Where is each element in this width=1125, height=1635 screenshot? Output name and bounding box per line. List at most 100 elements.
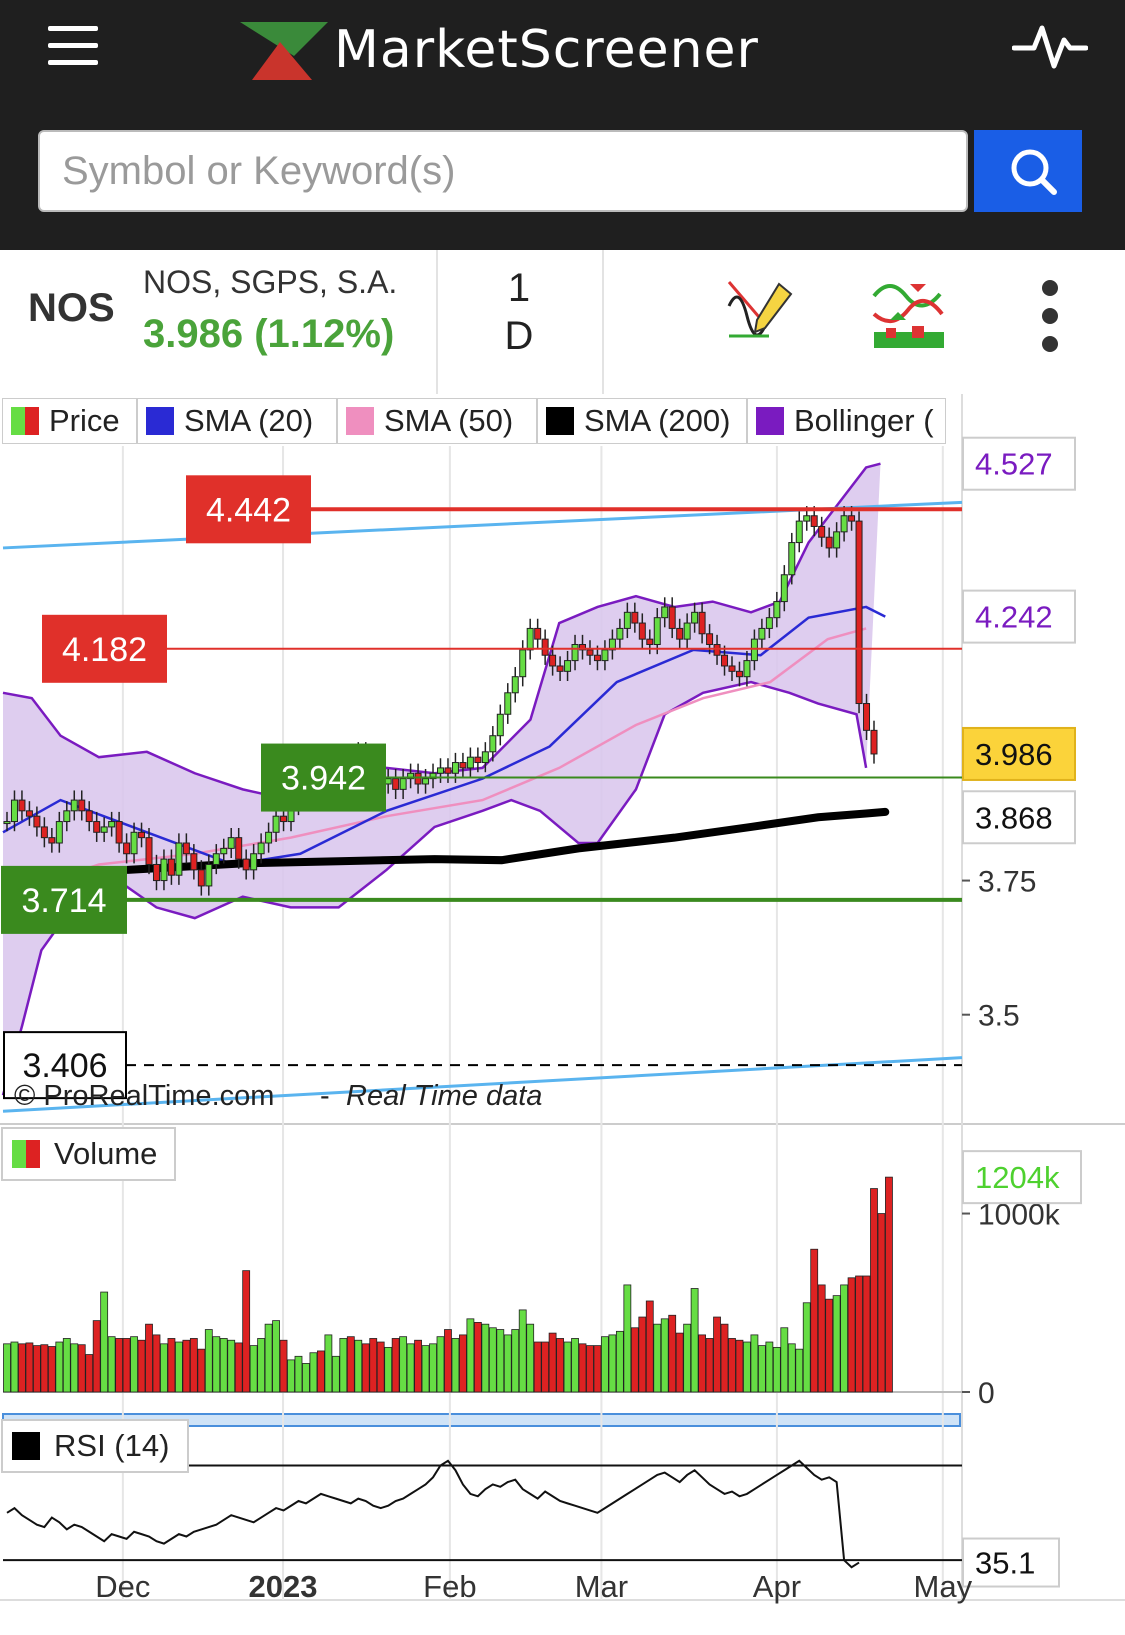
volume-bar[interactable] [615, 1330, 624, 1393]
candle[interactable] [840, 515, 848, 533]
candle[interactable] [676, 627, 684, 640]
candle[interactable] [735, 670, 743, 678]
candle[interactable] [444, 767, 452, 774]
volume-bar[interactable] [817, 1284, 826, 1393]
volume-bar[interactable] [601, 1336, 609, 1393]
candle[interactable] [123, 842, 131, 855]
volume-bar[interactable] [339, 1338, 348, 1393]
candle[interactable] [10, 799, 18, 823]
volume-bar[interactable] [698, 1334, 706, 1393]
volume-bar[interactable] [115, 1338, 124, 1393]
volume-bar[interactable] [526, 1323, 535, 1393]
search-input[interactable] [38, 130, 968, 212]
candle[interactable] [160, 858, 168, 882]
brand-logo[interactable]: MarketScreener [232, 14, 912, 84]
candle[interactable] [85, 810, 93, 823]
candle[interactable] [526, 627, 534, 651]
volume-bar[interactable] [85, 1354, 94, 1393]
candle[interactable] [519, 649, 527, 678]
candle[interactable] [803, 515, 811, 522]
candle[interactable] [706, 633, 714, 646]
candle[interactable] [646, 638, 654, 646]
volume-bar[interactable] [145, 1323, 153, 1393]
volume-bar[interactable] [630, 1327, 639, 1393]
volume-bar[interactable] [18, 1343, 26, 1393]
volume-bar[interactable] [832, 1295, 841, 1393]
candle[interactable] [3, 821, 11, 825]
volume-bar[interactable] [384, 1346, 393, 1393]
candle[interactable] [795, 520, 803, 544]
candle[interactable] [70, 799, 78, 812]
volume-bar[interactable] [787, 1343, 796, 1393]
volume-bar[interactable] [346, 1336, 355, 1393]
volume-bar[interactable] [802, 1302, 811, 1393]
candle[interactable] [773, 601, 781, 619]
volume-bar[interactable] [175, 1341, 183, 1393]
candle[interactable] [496, 713, 504, 737]
volume-bar[interactable] [249, 1345, 258, 1393]
volume-bar[interactable] [765, 1341, 774, 1393]
volume-bar[interactable] [653, 1323, 662, 1393]
volume-bar[interactable] [840, 1284, 849, 1393]
volume-bar[interactable] [533, 1341, 542, 1393]
legend-sma50[interactable]: SMA (50) [337, 398, 537, 444]
candle[interactable] [93, 821, 101, 833]
candle[interactable] [743, 660, 751, 678]
candle[interactable] [265, 831, 273, 844]
candle[interactable] [571, 644, 579, 662]
candle[interactable] [818, 525, 826, 538]
candle[interactable] [638, 622, 646, 640]
volume-bar[interactable] [212, 1336, 221, 1393]
candle[interactable] [623, 611, 631, 629]
candle[interactable] [481, 751, 489, 764]
volume-bar[interactable] [130, 1336, 138, 1393]
volume-bar[interactable] [436, 1336, 445, 1393]
chart-canvas[interactable]: 4.4424.1823.9423.7143.4063.753.54.5274.2… [0, 394, 1125, 1635]
candle[interactable] [870, 729, 878, 755]
volume-bar[interactable] [563, 1341, 572, 1393]
candle[interactable] [280, 815, 288, 823]
candle[interactable] [399, 778, 407, 790]
candle[interactable] [758, 627, 766, 640]
legend-bollinger[interactable]: Bollinger ( [747, 398, 946, 444]
pulse-icon[interactable] [1012, 18, 1088, 74]
volume-bar[interactable] [309, 1352, 318, 1393]
candle[interactable] [108, 821, 116, 828]
candle[interactable] [631, 611, 639, 624]
candle[interactable] [451, 762, 459, 774]
candle[interactable] [750, 638, 758, 662]
candle[interactable] [138, 831, 146, 839]
candle[interactable] [511, 676, 519, 694]
candle[interactable] [489, 735, 497, 753]
candle[interactable] [564, 660, 572, 672]
volume-bar[interactable] [361, 1343, 370, 1393]
search-button[interactable] [974, 130, 1082, 212]
volume-bar[interactable] [369, 1338, 378, 1393]
volume-bar[interactable] [354, 1339, 363, 1393]
volume-bar[interactable] [414, 1339, 422, 1393]
volume-bar[interactable] [488, 1327, 497, 1393]
volume-bar[interactable] [62, 1338, 71, 1393]
volume-bar[interactable] [660, 1318, 669, 1393]
candle[interactable] [197, 869, 205, 887]
volume-bar[interactable] [3, 1343, 11, 1393]
candle[interactable] [556, 665, 564, 672]
volume-bar[interactable] [810, 1248, 819, 1393]
candle[interactable] [33, 815, 41, 828]
candle[interactable] [220, 847, 228, 855]
legend-price[interactable]: Price [2, 398, 137, 444]
candle[interactable] [384, 778, 392, 785]
candle[interactable] [683, 622, 691, 640]
volume-bar[interactable] [847, 1277, 856, 1393]
volume-bar[interactable] [481, 1323, 490, 1393]
volume-bar[interactable] [40, 1344, 49, 1393]
candle[interactable] [855, 520, 863, 705]
volume-bar[interactable] [376, 1341, 385, 1393]
candle[interactable] [698, 611, 706, 635]
volume-bar[interactable] [548, 1332, 557, 1393]
volume-bar[interactable] [571, 1338, 579, 1393]
volume-bar[interactable] [750, 1334, 759, 1393]
candle[interactable] [235, 837, 243, 860]
candle[interactable] [848, 515, 856, 522]
menu-icon[interactable] [48, 26, 98, 66]
